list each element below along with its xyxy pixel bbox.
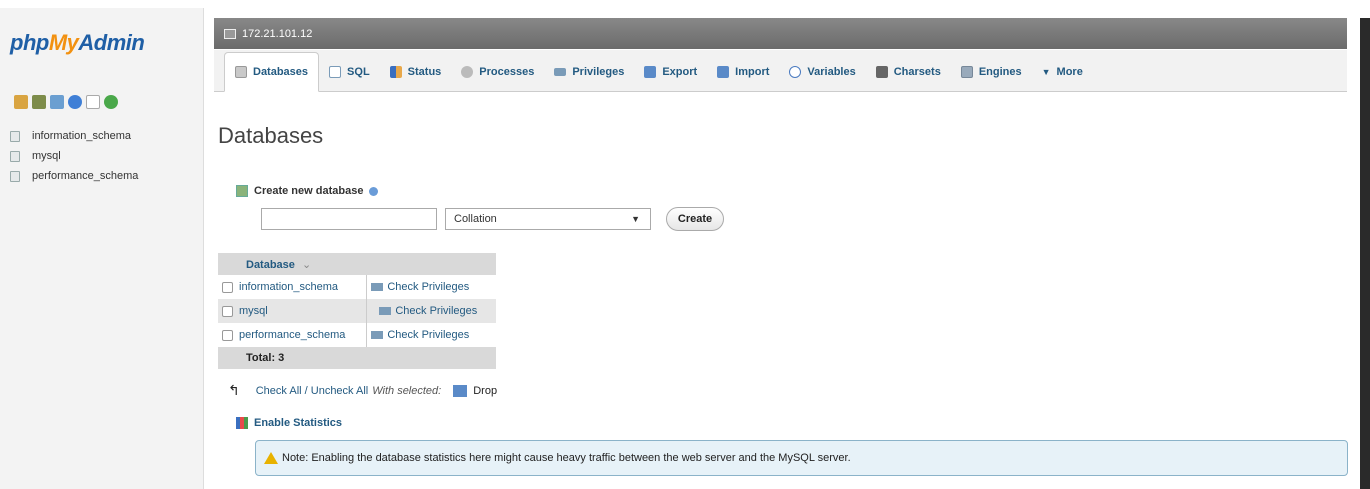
import-icon (717, 66, 730, 78)
sql-icon (329, 66, 342, 78)
create-database-label: Create new database (254, 185, 364, 197)
tab-charsets[interactable]: Charsets (866, 53, 951, 91)
privileges-cell: Check Privileges (366, 275, 496, 299)
statistics-notice: Note: Enabling the database statistics h… (255, 440, 1348, 476)
database-icon (10, 150, 20, 162)
tab-status[interactable]: Status (380, 53, 452, 91)
tab-import[interactable]: Import (707, 53, 779, 91)
database-cell: mysql (218, 299, 367, 323)
sort-icon: ⌄ (301, 258, 312, 271)
tab-engines[interactable]: Engines (951, 53, 1032, 91)
privileges-icon (371, 283, 384, 292)
tree-item-label: mysql (32, 150, 61, 162)
page-title: Databases (218, 123, 324, 148)
privileges-icon (379, 307, 392, 316)
tab-export[interactable]: Export (634, 53, 707, 91)
privileges-icon (554, 68, 567, 76)
window-edge (1360, 18, 1370, 489)
tab-more[interactable]: ▼ More (1032, 53, 1093, 91)
row-checkbox[interactable] (222, 305, 233, 317)
database-name-link[interactable]: information_schema (239, 281, 338, 293)
database-name-link[interactable]: mysql (239, 305, 268, 317)
tree-item-information-schema[interactable]: information_schema (10, 126, 138, 146)
arrow-up-icon: ↰ (228, 382, 240, 398)
check-all-link[interactable]: Check All / Uncheck All (256, 385, 369, 397)
create-database-heading: Create new database (236, 185, 379, 197)
server-breadcrumb: 172.21.101.12 (214, 18, 1347, 49)
privileges-cell: Check Privileges (366, 299, 496, 323)
table-header: Database ⌄ (218, 253, 496, 275)
tab-privileges[interactable]: Privileges (544, 53, 634, 91)
top-strip (0, 0, 1370, 8)
privileges-icon (371, 331, 384, 340)
variables-icon (789, 66, 802, 78)
database-name-link[interactable]: performance_schema (239, 329, 345, 341)
bulk-actions: ↰ Check All / Uncheck All With selected:… (228, 382, 497, 399)
tree-item-performance-schema[interactable]: performance_schema (10, 166, 138, 186)
enable-statistics[interactable]: Enable Statistics (236, 417, 342, 429)
tab-variables[interactable]: Variables (779, 53, 865, 91)
status-icon (389, 66, 402, 78)
database-icon[interactable] (32, 95, 46, 109)
main-content: Databases Create new database Collation … (214, 93, 1348, 489)
reload-icon[interactable] (104, 95, 118, 109)
server-host[interactable]: 172.21.101.12 (242, 28, 312, 40)
tab-databases[interactable]: Databases (224, 52, 320, 92)
sidebar-nav-icons (14, 95, 118, 109)
statistics-icon (236, 417, 248, 429)
drop-button[interactable]: Drop (473, 385, 497, 397)
export-icon (644, 66, 657, 78)
tab-processes[interactable]: Processes (451, 53, 544, 91)
engines-icon (960, 66, 973, 78)
notice-text: Note: Enabling the database statistics h… (282, 452, 851, 464)
processes-icon (461, 66, 474, 78)
top-tabs: Databases SQL Status Processes Privilege… (214, 50, 1347, 92)
row-checkbox[interactable] (222, 281, 233, 293)
charsets-icon (875, 66, 888, 78)
warning-icon (264, 452, 278, 464)
total-count: Total: 3 (218, 347, 496, 369)
table-total-row: Total: 3 (218, 347, 496, 369)
drop-icon[interactable] (453, 384, 468, 397)
column-header-database[interactable]: Database ⌄ (218, 253, 496, 275)
tree-item-mysql[interactable]: mysql (10, 146, 138, 166)
docs-icon[interactable] (86, 95, 100, 109)
tree-item-label: information_schema (32, 130, 132, 142)
home-icon[interactable] (14, 95, 28, 109)
help-icon[interactable] (369, 186, 379, 196)
create-button[interactable]: Create (666, 207, 724, 231)
phpmyadmin-logo[interactable]: phpMyAdmin (10, 30, 145, 56)
database-cell: information_schema (218, 275, 367, 299)
database-name-input[interactable] (261, 208, 437, 230)
sql-icon[interactable] (50, 95, 64, 109)
database-icon (10, 130, 20, 142)
privileges-cell: Check Privileges (366, 323, 496, 347)
caret-down-icon: ▼ (1041, 67, 1051, 77)
check-privileges-link[interactable]: Check Privileges (387, 329, 469, 341)
collation-select[interactable]: Collation ▼ (445, 208, 651, 230)
table-row: mysql Check Privileges (218, 299, 496, 323)
tab-sql[interactable]: SQL (319, 53, 380, 91)
help-icon[interactable] (68, 95, 82, 109)
check-privileges-link[interactable]: Check Privileges (387, 281, 469, 293)
check-privileges-link[interactable]: Check Privileges (395, 305, 477, 317)
server-icon (224, 28, 236, 39)
database-table: Database ⌄ information_schema Check Priv… (218, 253, 496, 369)
row-checkbox[interactable] (222, 329, 233, 341)
database-icon (10, 170, 20, 182)
collation-selected: Collation (454, 213, 497, 225)
table-row: information_schema Check Privileges (218, 275, 496, 299)
tree-item-label: performance_schema (32, 170, 139, 182)
enable-statistics-link[interactable]: Enable Statistics (254, 417, 342, 429)
create-database-icon (236, 185, 248, 197)
database-tree: information_schema mysql performance_sch… (10, 126, 138, 186)
dropdown-caret-icon: ▼ (631, 214, 640, 224)
database-cell: performance_schema (218, 323, 367, 347)
sidebar: phpMyAdmin information_schema mysql perf… (0, 8, 204, 489)
with-selected-label: With selected: (372, 384, 442, 397)
table-row: performance_schema Check Privileges (218, 323, 496, 347)
database-icon (235, 66, 247, 78)
